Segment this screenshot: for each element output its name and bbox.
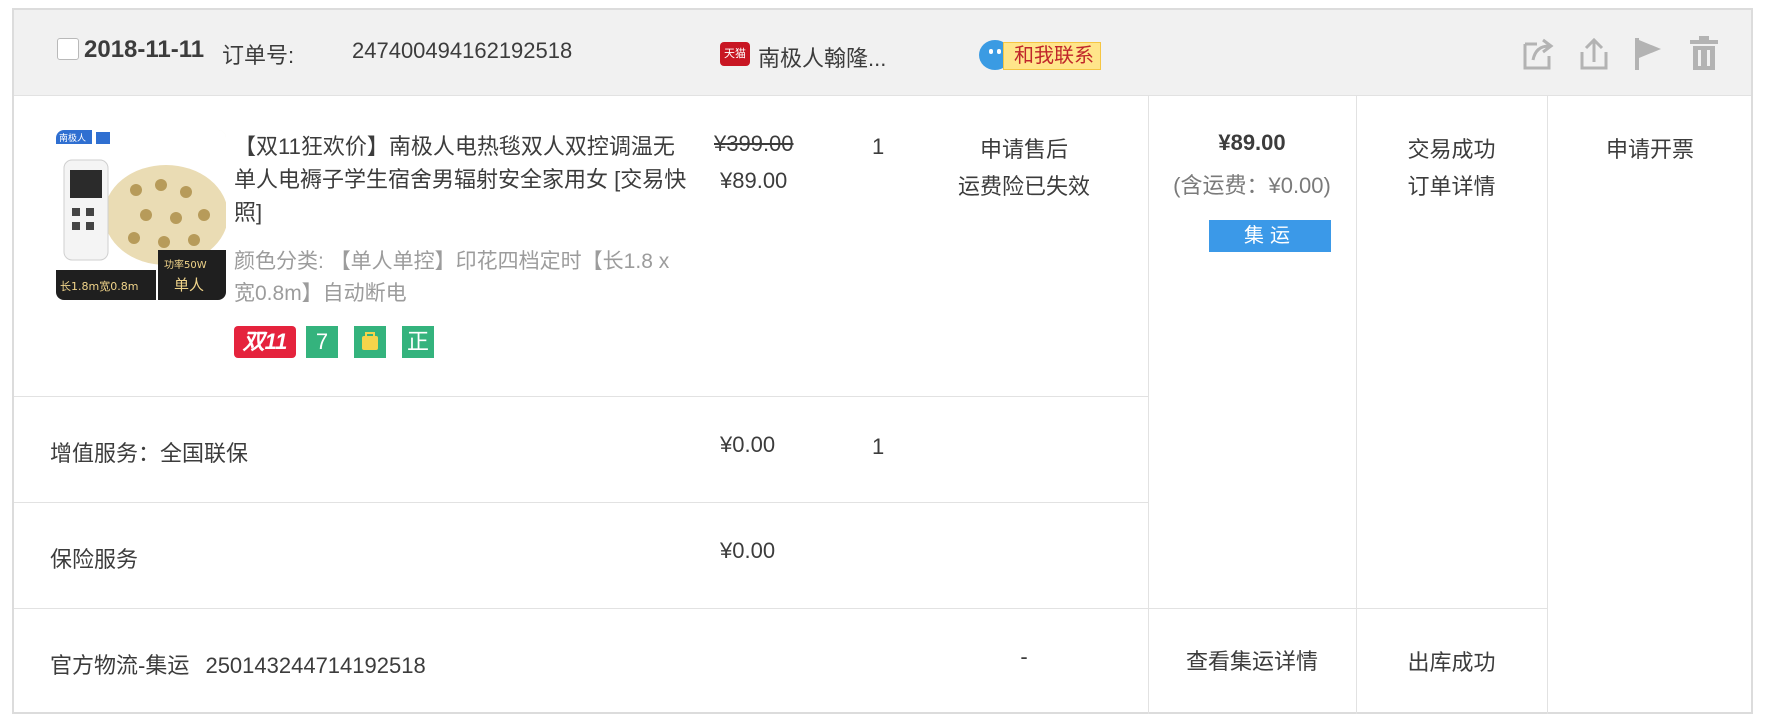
contact-seller-label: 和我联系 <box>1003 42 1101 70</box>
double11-icon[interactable]: 双11 <box>234 326 296 358</box>
service-label: 增值服务：全国联保 <box>50 441 249 466</box>
apply-invoice-link[interactable]: 申请开票 <box>1547 132 1753 164</box>
trash-icon[interactable] <box>1684 34 1724 74</box>
divider <box>14 608 1547 609</box>
svg-text:长1.8m宽0.8m: 长1.8m宽0.8m <box>60 279 138 293</box>
electric-blanket-image: 南极人 长1.8m宽0.8m 功率50W 单人 <box>56 130 226 300</box>
flag-icon[interactable] <box>1629 34 1669 74</box>
logistics-dash: - <box>1020 644 1028 669</box>
order-detail-link[interactable]: 订单详情 <box>1356 169 1547 201</box>
upload-icon[interactable] <box>1574 34 1614 74</box>
order-total: ¥89.00 <box>1218 130 1286 155</box>
divider <box>14 502 1148 503</box>
product-title-link[interactable]: 【双11狂欢价】南极人电热毯双人双控调温无单人电褥子学生宿舍男辐射安全家用女 [… <box>234 130 694 229</box>
service-price: ¥0.00 <box>720 538 776 563</box>
tmall-shop-icon: 天猫 <box>720 42 750 66</box>
svg-text:南极人: 南极人 <box>59 132 86 144</box>
share-icon[interactable] <box>1519 34 1559 74</box>
view-consolidation-detail-link[interactable]: 查看集运详情 <box>1148 644 1356 676</box>
shipping-fee: (含运费：¥0.00) <box>1173 173 1331 198</box>
order-number-label: 订单号: <box>222 43 295 68</box>
product-thumbnail[interactable]: 南极人 长1.8m宽0.8m 功率50W 单人 <box>56 130 226 300</box>
product-sku: 颜色分类: 【单人单控】印花四档定时【长1.8 x 宽0.8m】自动断电 <box>234 246 694 310</box>
shop-name-link[interactable]: 南极人翰隆... <box>758 41 886 73</box>
order-date: 2018-11-11 <box>84 36 205 63</box>
unit-price: ¥89.00 <box>720 168 788 193</box>
service-label: 保险服务 <box>50 547 139 572</box>
divider <box>14 396 1148 397</box>
apply-aftersale-link[interactable]: 申请售后 <box>914 132 1134 164</box>
logistics-label: 官方物流-集运 250143244714192518 <box>50 648 426 680</box>
divider <box>1547 96 1548 714</box>
order-card: 2018-11-11 订单号: 247400494162192518 天猫 南极… <box>12 8 1753 714</box>
insurance-status: 运费险已失效 <box>957 174 1090 199</box>
service-price: ¥0.00 <box>720 432 776 457</box>
order-header: 2018-11-11 订单号: 247400494162192518 天猫 南极… <box>14 10 1751 96</box>
svg-text:单人: 单人 <box>174 276 204 294</box>
shipping-bag-icon[interactable] <box>354 326 386 358</box>
genuine-guarantee-icon[interactable]: 正 <box>402 326 434 358</box>
logistics-type: 官方物流-集运 <box>50 653 190 678</box>
tracking-number: 250143244714192518 <box>205 653 426 678</box>
sku-label: 颜色分类: <box>234 250 324 273</box>
original-price: ¥399.00 <box>714 131 794 156</box>
logistics-status: 出库成功 <box>1407 650 1496 675</box>
order-number: 247400494162192518 <box>352 38 573 63</box>
service-quantity: 1 <box>872 434 885 459</box>
svg-text:功率50W: 功率50W <box>164 258 207 271</box>
order-status: 交易成功 <box>1407 137 1496 162</box>
seven-day-return-icon[interactable]: 7 <box>306 326 338 358</box>
select-order-checkbox[interactable] <box>57 38 79 60</box>
consolidated-shipping-badge: 集运 <box>1209 220 1331 252</box>
product-quantity: 1 <box>872 134 885 159</box>
